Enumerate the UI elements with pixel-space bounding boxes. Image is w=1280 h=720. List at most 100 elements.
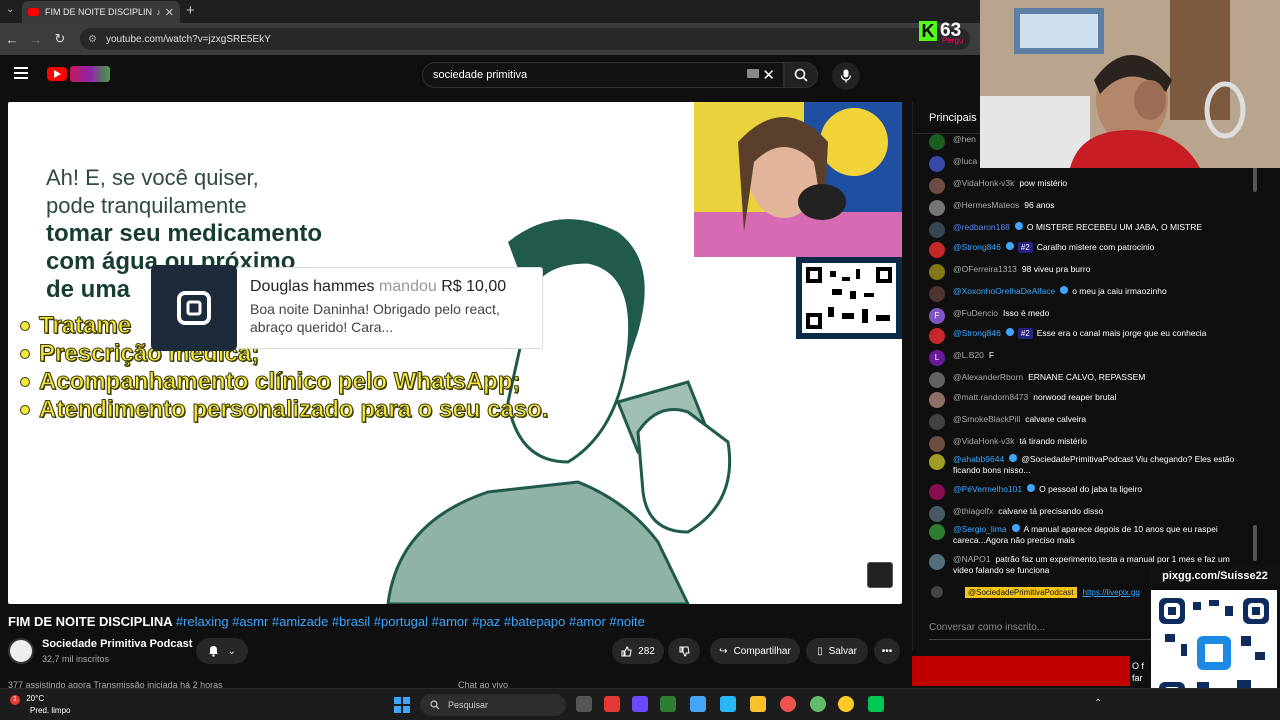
chat-author-avatar[interactable] [929, 242, 945, 258]
chat-author-avatar[interactable] [929, 436, 945, 452]
chat-author-name[interactable]: @AlexanderRborn [953, 372, 1023, 382]
chrome-profile-2-icon[interactable] [838, 696, 854, 712]
chat-message[interactable]: @XoxonhoOrelhaDeAlface o meu ja caiu irma… [929, 286, 1249, 302]
chat-author-avatar[interactable] [929, 200, 945, 216]
tab-search-icon[interactable]: ⌄ [6, 4, 14, 15]
chat-author-name[interactable]: @ahabb9644 [953, 454, 1004, 464]
chat-author-name[interactable]: @hen [953, 134, 976, 144]
notepad-icon[interactable] [690, 696, 706, 712]
chat-message[interactable]: @Strong846 #2 Esse era o canal mais jorge … [929, 328, 1249, 344]
chat-bottom-card[interactable] [912, 656, 1130, 686]
taskbar-search-input[interactable]: Pesquisar [420, 694, 566, 716]
photos-icon[interactable] [720, 696, 736, 712]
menu-icon[interactable] [14, 67, 28, 79]
video-player[interactable]: Ah! E, se você quiser, pode tranquilamen… [8, 102, 902, 604]
chat-author-avatar[interactable] [929, 328, 945, 344]
pinned-mention[interactable]: @SociedadePrimitivaPodcast [965, 586, 1077, 598]
share-button[interactable]: ↪ Compartilhar [710, 638, 800, 664]
site-info-icon[interactable]: ⚙ [88, 34, 100, 45]
chat-message[interactable]: @OFerreira1313 98 viveu pra burro [929, 264, 1249, 280]
search-button[interactable] [784, 62, 818, 88]
chat-message[interactable]: @ahabb9644 @SociedadePrimitivaPodcast Viu… [929, 454, 1249, 476]
chat-author-name[interactable]: @L.B20 [953, 350, 984, 360]
chat-author-avatar[interactable] [929, 222, 945, 238]
chat-input[interactable]: Conversar como inscrito... [929, 618, 1154, 640]
chat-author-name[interactable]: @XoxonhoOrelhaDeAlface [953, 286, 1055, 296]
chat-author-name[interactable]: @VidaHonk-v3k [953, 178, 1014, 188]
chat-author-name[interactable]: @Sergio_lima [953, 524, 1007, 534]
chat-author-avatar[interactable] [929, 414, 945, 430]
chat-author-name[interactable]: @NAPO1 [953, 554, 990, 564]
search-input[interactable]: sociedade primitiva ✕ [422, 62, 784, 88]
chat-author-avatar[interactable] [929, 392, 945, 408]
pinned-link[interactable]: https://livepix.gg [1083, 588, 1140, 597]
channel-name[interactable]: Sociedade Primitiva Podcast [42, 638, 192, 650]
chat-author-avatar[interactable] [929, 264, 945, 280]
chat-author-name[interactable]: @HermesMateos [953, 200, 1019, 210]
chat-author-avatar[interactable]: L [929, 350, 945, 366]
chat-author-name[interactable]: @redbaron188 [953, 222, 1010, 232]
forward-icon[interactable]: → [24, 32, 48, 47]
chat-author-avatar[interactable] [929, 286, 945, 302]
chat-author-avatar[interactable] [929, 454, 945, 470]
youtube-logo-icon[interactable] [47, 67, 67, 81]
chat-message[interactable]: L @L.B20 F [929, 350, 1249, 366]
new-tab-button[interactable]: + [186, 2, 195, 19]
clear-search-icon[interactable]: ✕ [762, 66, 775, 84]
youtube-app-icon[interactable] [604, 696, 620, 712]
chat-message[interactable]: @PéVermelho101 O pessoal do jaba ta ligei… [929, 484, 1249, 500]
doodle-logo[interactable] [70, 66, 110, 82]
chat-author-avatar[interactable] [929, 524, 945, 540]
chat-author-avatar[interactable]: F [929, 308, 945, 324]
chat-author-name[interactable]: @Strong846 [953, 242, 1001, 252]
chat-message[interactable]: @thiagolfx calvane tá precisando disso [929, 506, 1249, 522]
chrome-profile-icon[interactable] [810, 696, 826, 712]
notification-bell-button[interactable]: ⌄ [196, 638, 248, 664]
like-button[interactable]: 282 [612, 638, 664, 664]
chat-message[interactable]: @Sergio_lima A manual aparece depois de 1… [929, 524, 1249, 546]
tab-close-icon[interactable]: ✕ [165, 6, 174, 19]
tray-overflow-icon[interactable]: ⌃ [1094, 698, 1102, 709]
chat-author-name[interactable]: @FuDencio [953, 308, 998, 318]
file-explorer-icon[interactable] [750, 696, 766, 712]
proton-vpn-icon[interactable] [632, 696, 648, 712]
chat-author-avatar[interactable] [929, 506, 945, 522]
chrome-icon[interactable] [780, 696, 796, 712]
task-view-icon[interactable] [576, 696, 592, 712]
windows-start-icon[interactable] [394, 697, 410, 713]
discord-like-icon[interactable] [868, 696, 884, 712]
url-field[interactable]: ⚙ youtube.com/watch?v=jzxgSRE5EkY [80, 28, 970, 50]
speaker-icon[interactable]: ♪ [156, 7, 161, 17]
chat-author-name[interactable]: @VidaHonk-v3k [953, 436, 1014, 446]
more-actions-button[interactable]: ••• [874, 638, 900, 664]
chat-author-avatar[interactable] [929, 372, 945, 388]
chat-message[interactable]: @VidaHonk-v3k pow mistério [929, 178, 1249, 194]
chat-author-avatar[interactable] [929, 156, 945, 172]
xbox-icon[interactable] [660, 696, 676, 712]
browser-tab[interactable]: FIM DE NOITE DISCIPLINA ♪ ✕ [22, 1, 180, 23]
dislike-button[interactable] [668, 638, 700, 664]
chat-message[interactable]: F @FuDencio Isso é medo [929, 308, 1249, 324]
video-hashtags[interactable]: #relaxing #asmr #amizade #brasil #portug… [176, 614, 645, 629]
chat-author-name[interactable]: @SmokeBlackPill [953, 414, 1020, 424]
chat-author-avatar[interactable] [929, 134, 945, 150]
weather-widget[interactable]: 1 20°C Pred. limpo [10, 693, 70, 716]
save-button[interactable]: ▯ Salvar [806, 638, 868, 664]
chat-message[interactable]: @AlexanderRborn ERNANE CALVO, REPASSEM [929, 372, 1249, 388]
voice-search-button[interactable] [832, 62, 860, 90]
chat-message[interactable]: @Strong846 #2 Caralho mistere com patrocin… [929, 242, 1249, 258]
keyboard-icon[interactable] [747, 69, 759, 78]
chat-author-name[interactable]: @luca [953, 156, 977, 166]
chat-author-name[interactable]: @PéVermelho101 [953, 484, 1022, 494]
chat-message[interactable]: @redbaron188 O MISTERE RECEBEU UM JABA, O… [929, 222, 1249, 238]
chat-author-avatar[interactable] [929, 554, 945, 570]
chat-author-avatar[interactable] [929, 484, 945, 500]
chat-author-name[interactable]: @matt.random8473 [953, 392, 1028, 402]
chat-scrollbar-lower[interactable] [1253, 525, 1257, 561]
chat-message[interactable]: @VidaHonk-v3k tá tirando mistério [929, 436, 1249, 452]
chat-message[interactable]: @SmokeBlackPill calvane calveira [929, 414, 1249, 430]
chat-message[interactable]: @matt.random8473 norwood reaper brutal [929, 392, 1249, 408]
reload-icon[interactable]: ↻ [48, 31, 72, 47]
back-icon[interactable]: ← [0, 32, 24, 47]
chat-author-avatar[interactable] [929, 178, 945, 194]
